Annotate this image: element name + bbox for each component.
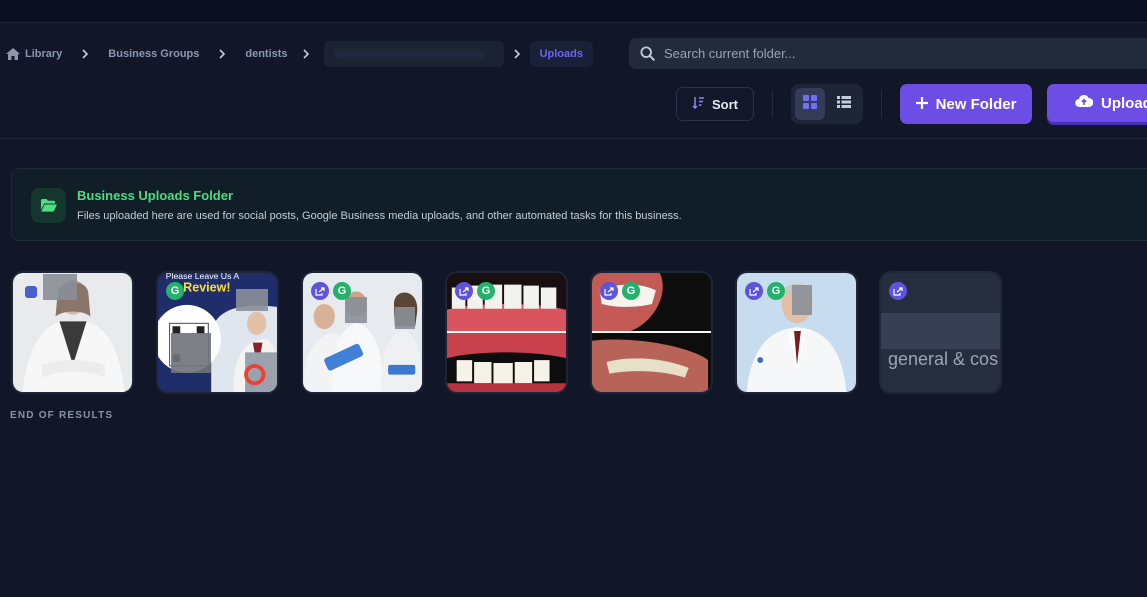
breadcrumb-library[interactable]: Library	[0, 48, 62, 60]
folder-open-icon	[31, 188, 66, 223]
share-icon	[745, 282, 763, 300]
google-icon: G	[767, 282, 785, 300]
media-tile[interactable]: G	[301, 271, 424, 394]
google-icon: G	[622, 282, 640, 300]
search-bar[interactable]	[629, 38, 1147, 69]
new-folder-button[interactable]: New Folder	[900, 84, 1032, 124]
view-toggle	[791, 84, 863, 124]
google-icon: G	[333, 282, 351, 300]
sort-label: Sort	[712, 96, 738, 112]
list-icon	[837, 95, 851, 113]
breadcrumb-label: dentists	[245, 48, 288, 60]
media-tile[interactable]: general & cos	[879, 271, 1002, 394]
share-icon	[311, 282, 329, 300]
upload-label: Upload	[1101, 94, 1147, 112]
share-icon	[455, 282, 473, 300]
breadcrumb-current-uploads[interactable]: Uploads	[529, 41, 593, 67]
google-icon: G	[477, 282, 495, 300]
chevron-right-icon	[288, 49, 324, 59]
breadcrumb-dentists[interactable]: dentists	[245, 48, 287, 60]
search-input[interactable]	[664, 46, 1124, 61]
top-bar	[0, 0, 1147, 23]
breadcrumb-business-groups[interactable]: Business Groups	[108, 48, 199, 60]
plus-icon	[915, 96, 928, 113]
breadcrumb-label: Library	[25, 48, 63, 60]
banner-description: Files uploaded here are used for social …	[77, 210, 682, 222]
sort-icon	[692, 96, 705, 112]
media-tile[interactable]: G	[735, 271, 858, 394]
sort-button[interactable]: Sort	[676, 87, 754, 121]
chevron-right-icon	[504, 49, 530, 59]
chevron-right-icon	[62, 49, 108, 59]
breadcrumb-business-redacted[interactable]	[323, 41, 504, 67]
grid-view-button[interactable]	[795, 88, 825, 120]
toolbar-divider	[772, 90, 773, 118]
grid-icon	[803, 94, 817, 114]
pixelated-face	[43, 274, 77, 300]
media-tile[interactable]	[11, 271, 134, 394]
pixelated-face	[236, 289, 268, 311]
calendar-icon	[25, 286, 37, 298]
new-folder-label: New Folder	[935, 95, 1017, 113]
toolbar-divider	[881, 90, 882, 118]
breadcrumb: Library Business Groups dentists Uploads	[0, 40, 593, 68]
list-view-button[interactable]	[829, 88, 859, 120]
end-of-results: END OF RESULTS	[10, 410, 114, 421]
share-icon	[889, 282, 907, 300]
info-banner: Business Uploads Folder Files uploaded h…	[11, 168, 1147, 241]
share-icon	[600, 282, 618, 300]
header-divider	[0, 138, 1147, 139]
media-tile[interactable]: G	[590, 271, 713, 394]
media-tile[interactable]: Please Leave Us A Review! G	[156, 271, 279, 394]
breadcrumb-label: Business Groups	[108, 48, 200, 60]
svg-text:Review!: Review!	[183, 280, 230, 294]
pixelated-face	[345, 297, 367, 323]
chevron-right-icon	[199, 49, 245, 59]
logo-text: general & cos	[888, 349, 999, 369]
pixelated-face	[395, 307, 415, 329]
pixelated-logo	[881, 313, 1000, 349]
search-icon	[640, 46, 655, 61]
google-icon: G	[166, 282, 184, 300]
pixelated-qr-code	[171, 333, 211, 373]
banner-title: Business Uploads Folder	[77, 188, 234, 203]
cloud-upload-icon	[1075, 94, 1094, 112]
home-icon	[6, 48, 20, 60]
pixelated-face	[792, 285, 812, 315]
upload-button[interactable]: Upload	[1047, 84, 1147, 122]
media-tile[interactable]: G	[445, 271, 568, 394]
